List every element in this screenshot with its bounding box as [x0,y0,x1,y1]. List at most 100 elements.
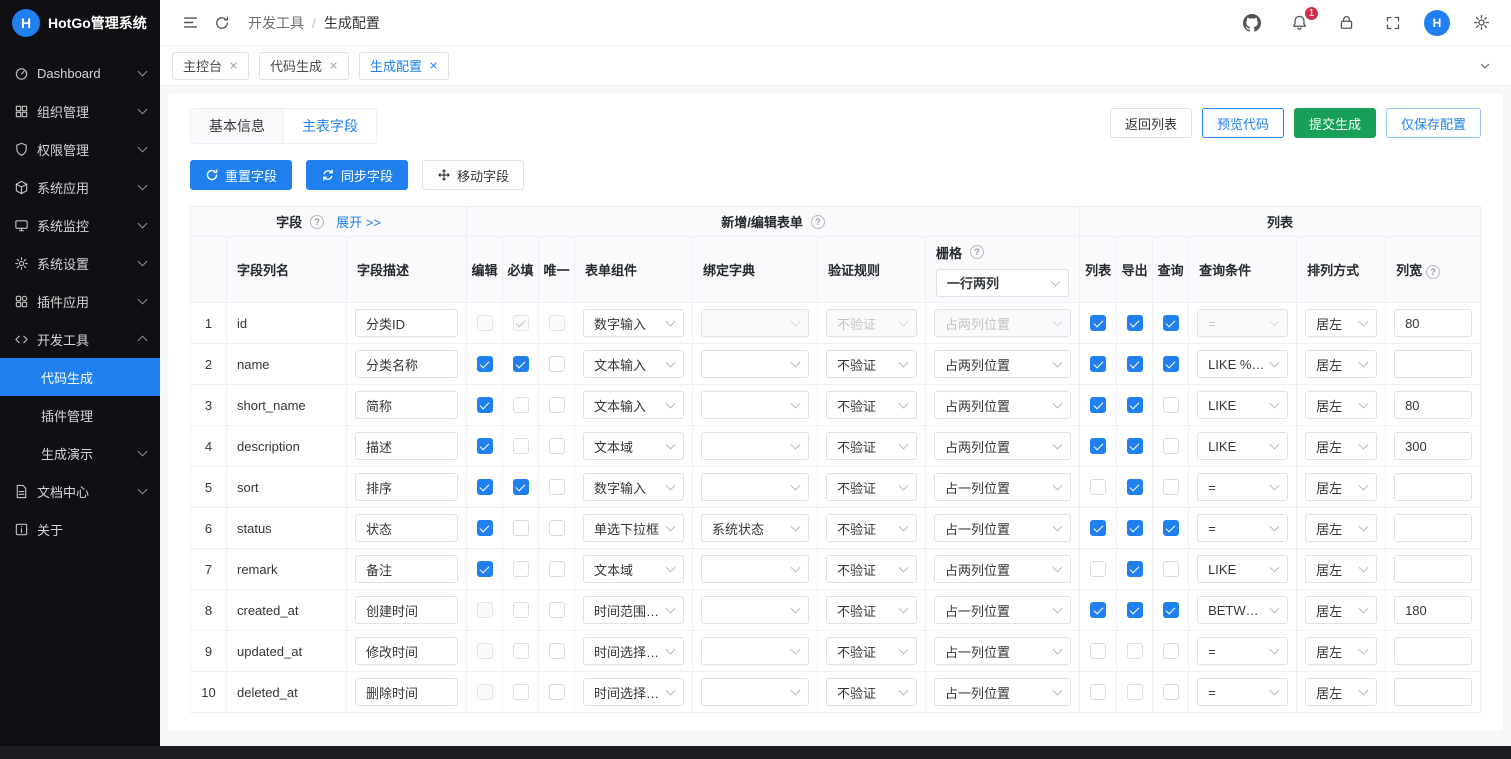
align-select[interactable]: 居左 [1305,678,1378,706]
field-desc-input[interactable] [355,555,459,583]
export-checkbox[interactable] [1126,520,1143,537]
dict-select[interactable] [701,391,810,419]
export-checkbox[interactable] [1126,479,1143,496]
grid-select[interactable]: 占一列位置 [934,678,1072,706]
condition-select[interactable]: LIKE [1197,555,1289,583]
close-icon[interactable] [229,61,238,70]
sidebar-item-devtools[interactable]: 开发工具 [0,320,160,358]
condition-select[interactable]: = [1197,473,1289,501]
field-desc-input[interactable] [355,514,459,542]
tab-main-fields[interactable]: 主表字段 [283,108,377,144]
grid-select[interactable]: 占两列位置 [934,432,1072,460]
component-select[interactable]: 时间范围选择 [583,596,685,624]
component-select[interactable]: 时间选择(Y-... [583,637,685,665]
screen-lock-icon[interactable] [1330,7,1362,39]
align-select[interactable]: 居左 [1305,350,1378,378]
sidebar-item-gen-demo[interactable]: 生成演示 [0,434,160,472]
fullscreen-icon[interactable] [1377,7,1409,39]
export-checkbox[interactable] [1126,602,1143,619]
breadcrumb-item-current[interactable]: 生成配置 [324,13,380,33]
align-select[interactable]: 居左 [1305,637,1378,665]
dict-select[interactable] [701,637,810,665]
query-checkbox[interactable] [1162,356,1179,373]
grid-select[interactable]: 占一列位置 [934,514,1072,542]
dict-select[interactable] [701,350,810,378]
component-select[interactable]: 时间选择(Y-... [583,678,685,706]
required-checkbox[interactable] [512,438,529,455]
breadcrumb-item[interactable]: 开发工具 [248,13,304,33]
required-checkbox[interactable] [512,397,529,414]
export-checkbox[interactable] [1126,561,1143,578]
export-checkbox[interactable] [1126,397,1143,414]
required-checkbox[interactable] [512,561,529,578]
list-checkbox[interactable] [1090,397,1107,414]
sidebar-item-plugin-manage[interactable]: 插件管理 [0,396,160,434]
github-icon[interactable] [1236,7,1268,39]
grid-select[interactable]: 占一列位置 [934,596,1072,624]
align-select[interactable]: 居左 [1305,391,1378,419]
condition-select[interactable]: = [1197,637,1289,665]
field-desc-input[interactable] [355,432,459,460]
grid-select[interactable]: 占一列位置 [934,637,1072,665]
field-desc-input[interactable] [355,637,459,665]
expand-fields-link[interactable]: 展开 >> [336,212,381,231]
unique-checkbox[interactable] [548,561,565,578]
export-checkbox[interactable] [1126,643,1143,660]
submit-generate-button[interactable]: 提交生成 [1293,108,1376,138]
sidebar-item-auth[interactable]: 权限管理 [0,130,160,168]
list-checkbox[interactable] [1090,356,1107,373]
sidebar-item-docs[interactable]: 文档中心 [0,472,160,510]
tab-basic-info[interactable]: 基本信息 [190,108,283,144]
width-input[interactable] [1394,473,1472,501]
width-input[interactable] [1394,309,1472,337]
required-checkbox[interactable] [512,684,529,701]
export-checkbox[interactable] [1126,438,1143,455]
width-input[interactable] [1394,637,1472,665]
unique-checkbox[interactable] [548,643,565,660]
dict-select[interactable] [701,678,810,706]
sidebar-item-plugin[interactable]: 插件应用 [0,282,160,320]
condition-select[interactable]: LIKE [1197,391,1289,419]
close-icon[interactable] [429,61,438,70]
width-input[interactable] [1394,555,1472,583]
width-input[interactable] [1394,391,1472,419]
component-select[interactable]: 单选下拉框 [583,514,685,542]
required-checkbox[interactable] [512,520,529,537]
edit-checkbox[interactable] [476,397,493,414]
tab-gen-config[interactable]: 生成配置 [359,51,450,80]
query-checkbox[interactable] [1162,602,1179,619]
condition-select[interactable]: = [1197,514,1289,542]
component-select[interactable]: 文本输入 [583,350,685,378]
list-checkbox[interactable] [1090,561,1107,578]
settings-gear-icon[interactable] [1465,7,1497,39]
form-help-icon[interactable] [810,214,825,229]
unique-checkbox[interactable] [548,684,565,701]
query-checkbox[interactable] [1162,438,1179,455]
sidebar-item-dashboard[interactable]: Dashboard [0,54,160,92]
back-to-list-button[interactable]: 返回列表 [1109,108,1192,138]
query-checkbox[interactable] [1162,561,1179,578]
condition-select[interactable]: LIKE %...% [1197,350,1289,378]
rule-select[interactable]: 不验证 [826,637,918,665]
width-help-icon[interactable] [1426,265,1441,279]
menu-collapse-icon[interactable] [174,7,206,39]
component-select[interactable]: 数字输入 [583,309,685,337]
unique-checkbox[interactable] [548,520,565,537]
required-checkbox[interactable] [512,602,529,619]
unique-checkbox[interactable] [548,397,565,414]
refresh-icon[interactable] [206,7,238,39]
grid-help-icon[interactable] [970,245,985,259]
list-checkbox[interactable] [1090,520,1107,537]
sidebar-item-settings[interactable]: 系统设置 [0,244,160,282]
unique-checkbox[interactable] [548,356,565,373]
export-checkbox[interactable] [1126,684,1143,701]
tab-codegen[interactable]: 代码生成 [259,51,350,80]
rule-select[interactable]: 不验证 [826,391,918,419]
list-checkbox[interactable] [1090,315,1107,332]
sidebar-item-codegen[interactable]: 代码生成 [0,358,160,396]
grid-select[interactable]: 占两列位置 [934,350,1072,378]
move-fields-button[interactable]: 移动字段 [422,160,525,190]
save-config-only-button[interactable]: 仅保存配置 [1385,108,1481,138]
component-select[interactable]: 文本输入 [583,391,685,419]
align-select[interactable]: 居左 [1305,432,1378,460]
